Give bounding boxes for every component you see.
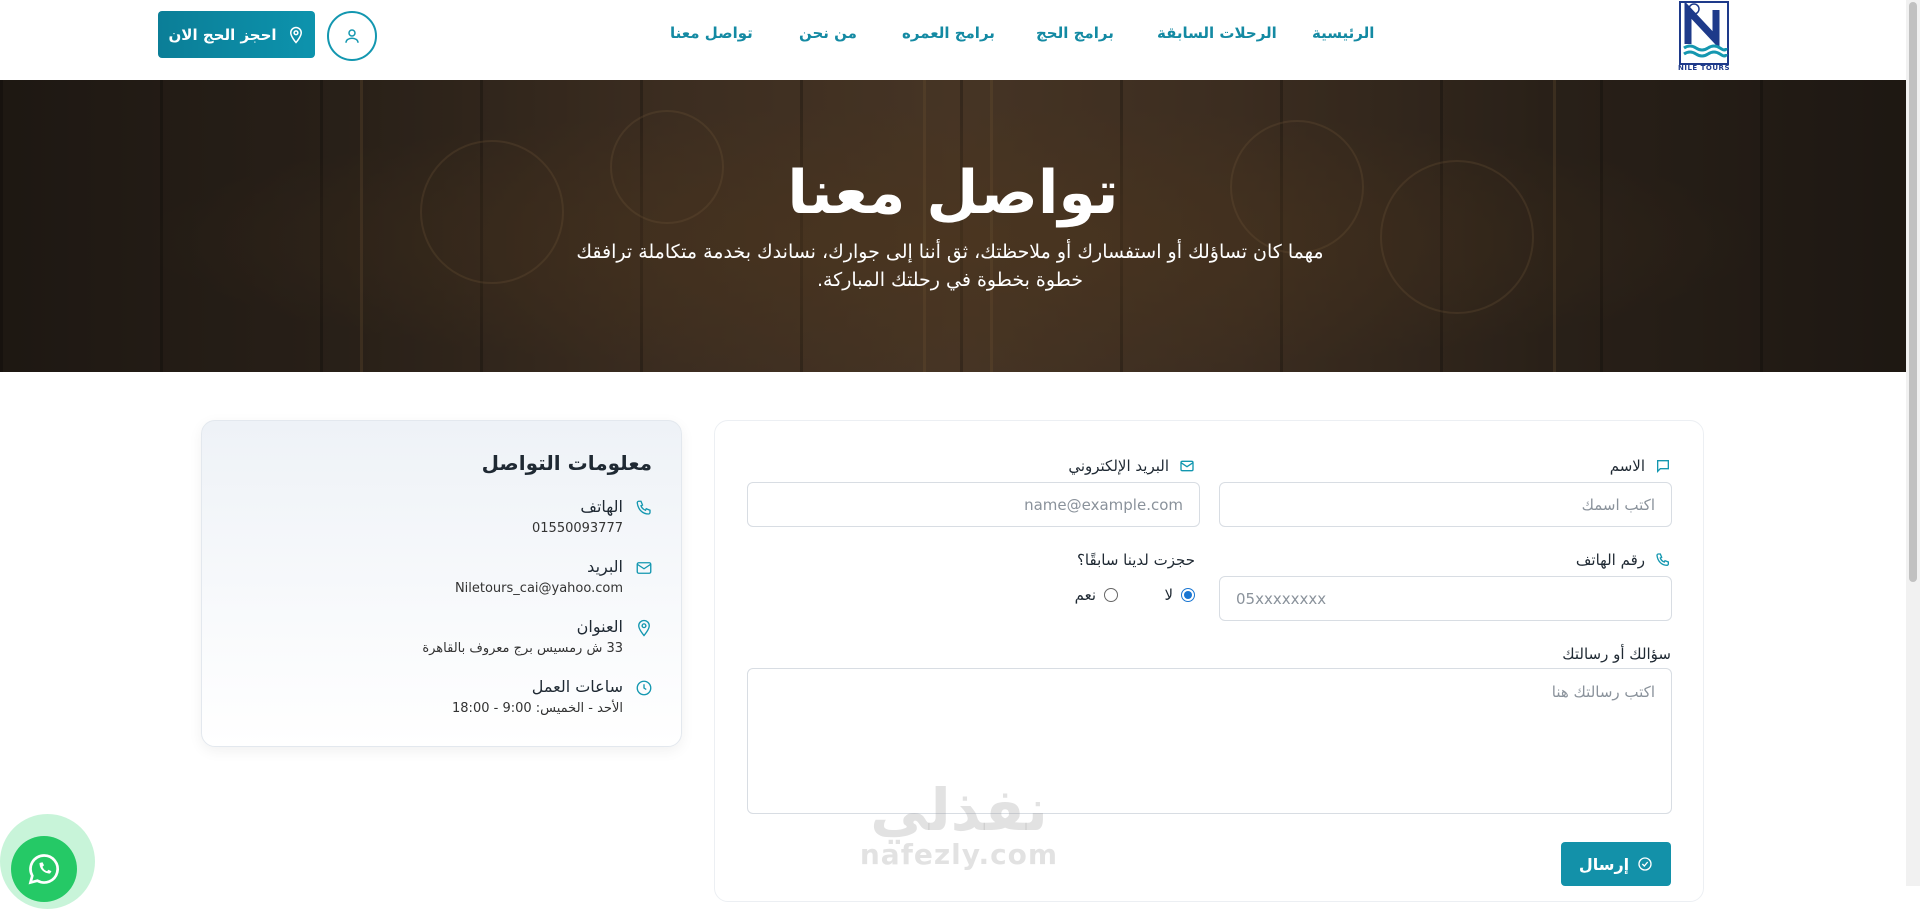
mail-icon: [636, 562, 652, 574]
radio-yes[interactable]: [1104, 588, 1118, 602]
scrollbar-thumb[interactable]: [1909, 2, 1917, 582]
contact-info-value: Niletours_cai@yahoo.com: [454, 581, 623, 596]
phone-label: رقم الهاتف: [1576, 551, 1671, 569]
contact-info-title: معلومات التواصل: [481, 451, 652, 475]
radio-no[interactable]: [1181, 588, 1195, 602]
radio-no-label: لا: [1164, 586, 1173, 604]
book-hajj-label: احجز الحج الان: [168, 25, 277, 44]
phone-icon: [636, 500, 651, 515]
hero-banner: تواصل معنا مهما كان تساؤلك أو استفسارك أ…: [0, 80, 1906, 372]
nav-item-about-us[interactable]: من نحن: [799, 24, 857, 42]
contact-info-label: البريد: [587, 557, 623, 576]
email-input[interactable]: name@example.com: [747, 482, 1200, 527]
watermark-latin: nafezly.com: [859, 838, 1059, 871]
watermark: نفذلي nafezly.com: [854, 780, 1064, 870]
submit-label: إرسال: [1578, 854, 1630, 874]
hero-subtitle: مهما كان تساؤلك أو استفسارك أو ملاحظتك، …: [576, 241, 1324, 291]
site-header: NILE TOURS الرئيسية الرحلات السابقة برام…: [0, 0, 1906, 81]
contact-info-label: الهاتف: [580, 497, 623, 516]
whatsapp-icon: [28, 854, 59, 885]
phone-input[interactable]: 05xxxxxxxx: [1219, 576, 1672, 621]
contact-info-value: 33 ش رمسيس برج معروف بالقاهرة: [422, 641, 623, 656]
message-label: سؤالك أو رسالتك: [1562, 645, 1671, 663]
contact-info-value: 01550093777: [532, 521, 623, 536]
email-label: البريد الإلكتروني: [1068, 457, 1195, 475]
contact-info-label: ساعات العمل: [531, 677, 623, 696]
mail-icon: [1180, 460, 1194, 472]
nav-item-previous-trips[interactable]: الرحلات السابقة: [1157, 24, 1277, 42]
nav-item-contact-us[interactable]: تواصل معنا: [670, 24, 753, 42]
booked-before-radio-group-yes: نعم: [1075, 586, 1118, 604]
contact-info-value: الأحد - الخميس: 9:00 - 18:00: [452, 701, 623, 716]
contact-info-label: العنوان: [576, 617, 623, 636]
name-input[interactable]: اكتب اسمك: [1219, 482, 1672, 527]
book-hajj-button[interactable]: احجز الحج الان: [158, 11, 315, 58]
submit-button[interactable]: إرسال: [1561, 842, 1671, 886]
clock-icon: [636, 680, 652, 696]
page-scrollbar[interactable]: [1906, 0, 1920, 886]
user-account-button[interactable]: [327, 11, 377, 61]
nav-item-umrah-programs[interactable]: برامج العمره: [902, 24, 995, 42]
email-label-text: البريد الإلكتروني: [1068, 457, 1169, 475]
whatsapp-button[interactable]: [11, 836, 77, 902]
phone-label-text: رقم الهاتف: [1575, 551, 1645, 569]
logo-text: NILE TOURS: [1678, 64, 1730, 72]
user-icon: [345, 29, 359, 43]
nav-item-home[interactable]: الرئيسية: [1312, 24, 1374, 42]
message-square-icon: [1657, 460, 1669, 473]
nav-item-hajj-programs[interactable]: برامج الحج: [1036, 24, 1114, 42]
phone-icon: [1656, 553, 1669, 567]
location-pin-icon: [638, 619, 650, 637]
contact-info-card: معلومات التواصل الهاتف 01550093777 البري…: [201, 420, 682, 747]
check-circle-icon: [1638, 857, 1652, 871]
name-label-text: الاسم: [1609, 457, 1645, 475]
booked-before-label: حجزت لدينا سابقًا؟: [1076, 551, 1195, 569]
location-pin-icon: [289, 26, 302, 44]
name-label: الاسم: [1610, 457, 1671, 475]
watermark-arabic: نفذلي: [870, 776, 1048, 844]
radio-yes-label: نعم: [1074, 586, 1096, 604]
booked-before-radio-group: لا: [1164, 586, 1195, 604]
hero-title: تواصل معنا: [787, 158, 1119, 228]
